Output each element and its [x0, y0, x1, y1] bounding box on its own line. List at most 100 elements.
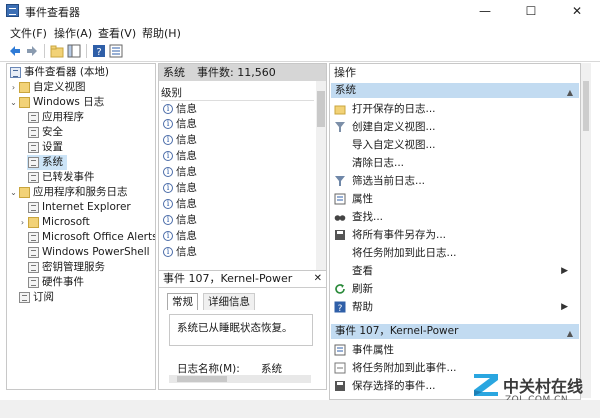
action-event-properties[interactable]: 事件属性 — [334, 341, 394, 359]
close-detail-icon[interactable]: ✕ — [314, 271, 322, 287]
tree-item-application[interactable]: 应用程序 — [27, 110, 84, 125]
collapse-icon[interactable]: ⌄ — [9, 185, 18, 200]
event-row[interactable]: i 信息 — [163, 133, 197, 148]
tree-item-root[interactable]: 事件查看器 (本地) — [9, 65, 109, 80]
tree-item-setup[interactable]: 设置 — [27, 140, 63, 155]
event-row[interactable]: i 信息 — [163, 149, 197, 164]
collapse-up-icon[interactable]: ▲ — [567, 326, 573, 341]
action-open-saved-log[interactable]: 打开保存的日志... — [334, 100, 436, 118]
action-create-custom-view[interactable]: 创建自定义视图... — [334, 118, 436, 136]
action-save-selected-events[interactable]: 保存选择的事件... — [334, 377, 436, 395]
tree-item-system[interactable]: 系统 — [27, 155, 67, 170]
tree-item-hardware-events[interactable]: 硬件事件 — [27, 275, 84, 290]
tree-item-apps-services[interactable]: ⌄ 应用程序和服务日志 — [9, 185, 128, 200]
action-import-custom-view[interactable]: 导入自定义视图... — [334, 136, 436, 154]
event-row[interactable]: i 信息 — [163, 181, 197, 196]
tab-details[interactable]: 详细信息 — [203, 293, 255, 310]
blank-icon — [334, 247, 346, 259]
detail-hscrollbar[interactable] — [169, 375, 311, 383]
action-save-all-events-as[interactable]: 将所有事件另存为... — [334, 226, 446, 244]
actions-section-system[interactable]: 系统 ▲ — [331, 83, 579, 98]
forward-arrow-icon[interactable] — [25, 44, 39, 58]
tree-label: Windows 日志 — [33, 96, 105, 108]
log-icon — [28, 202, 39, 213]
minimize-button[interactable]: — — [462, 0, 508, 22]
menu-help[interactable]: 帮助(H) — [142, 25, 181, 41]
collapse-up-icon[interactable]: ▲ — [567, 85, 573, 100]
event-level: 信息 — [176, 230, 197, 242]
event-detail-header: 事件 107，Kernel-Power ✕ — [159, 271, 326, 288]
tree-item-internet-explorer[interactable]: Internet Explorer — [27, 200, 131, 215]
event-row[interactable]: i 信息 — [163, 102, 197, 117]
actions-scrollbar[interactable] — [581, 63, 591, 398]
event-count: 事件数: 11,560 — [197, 66, 276, 79]
maximize-button[interactable]: ☐ — [508, 0, 554, 22]
scrollbar-thumb[interactable] — [317, 91, 325, 127]
back-arrow-icon[interactable] — [8, 44, 22, 58]
event-row[interactable]: i 信息 — [163, 197, 197, 212]
event-level: 信息 — [176, 214, 197, 226]
column-header-level[interactable]: 级别 — [161, 86, 314, 101]
scrollbar-thumb[interactable] — [583, 81, 589, 131]
find-binoculars-icon — [334, 215, 346, 221]
expand-icon[interactable]: › — [18, 215, 27, 230]
open-folder-icon — [334, 105, 346, 115]
actions-section-event[interactable]: 事件 107，Kernel-Power ▲ — [331, 324, 579, 339]
tree-label: 系统 — [42, 156, 63, 168]
collapse-icon[interactable]: ⌄ — [9, 95, 18, 110]
folder-icon — [19, 82, 30, 93]
log-icon — [28, 247, 39, 258]
event-properties-icon — [334, 344, 346, 356]
section-label: 事件 107，Kernel-Power — [335, 325, 459, 337]
event-detail-pane: 事件 107，Kernel-Power ✕ 常规 详细信息 系统已从睡眠状态恢复… — [158, 270, 327, 390]
event-row[interactable]: i 信息 — [163, 229, 197, 244]
properties-icon[interactable] — [109, 44, 123, 58]
close-button[interactable]: ✕ — [554, 0, 600, 22]
window-title: 事件查看器 — [25, 6, 80, 19]
help-icon[interactable]: ? — [92, 44, 106, 58]
tree-item-security[interactable]: 安全 — [27, 125, 63, 140]
tree-item-windows-logs[interactable]: ⌄ Windows 日志 — [9, 95, 104, 110]
action-label: 刷新 — [352, 283, 373, 295]
event-row[interactable]: i 信息 — [163, 213, 197, 228]
event-row[interactable]: i 信息 — [163, 245, 197, 260]
tree-item-forwarded-events[interactable]: 已转发事件 — [27, 170, 95, 185]
event-row[interactable]: i 信息 — [163, 117, 197, 132]
folder-icon — [19, 97, 30, 108]
toolbar-separator — [86, 44, 87, 58]
action-find[interactable]: 查找... — [334, 208, 383, 226]
tab-general[interactable]: 常规 — [167, 293, 198, 310]
menu-file[interactable]: 文件(F) — [10, 25, 47, 41]
tree-item-key-management[interactable]: 密钥管理服务 — [27, 260, 105, 275]
tree-label: 密钥管理服务 — [42, 261, 105, 273]
action-attach-task-to-event[interactable]: 将任务附加到此事件... — [334, 359, 457, 377]
menu-view[interactable]: 查看(V) — [98, 25, 136, 41]
event-list-scrollbar[interactable] — [316, 81, 326, 271]
action-clear-log[interactable]: 清除日志... — [334, 154, 404, 172]
log-name: 系统 — [163, 66, 185, 79]
scrollbar-thumb[interactable] — [177, 376, 227, 382]
info-icon: i — [163, 199, 173, 209]
action-view[interactable]: 查看 ▶ — [334, 262, 574, 280]
status-bar — [0, 400, 600, 418]
tree-item-subscriptions[interactable]: 订阅 — [18, 290, 54, 305]
action-refresh[interactable]: 刷新 — [334, 280, 373, 298]
action-properties[interactable]: 属性 — [334, 190, 373, 208]
action-help[interactable]: ? 帮助 ▶ — [334, 298, 574, 316]
tree-item-office-alerts[interactable]: Microsoft Office Alerts — [27, 230, 155, 245]
menu-action[interactable]: 操作(A) — [54, 25, 92, 41]
tree-item-microsoft[interactable]: › Microsoft — [18, 215, 90, 230]
actions-title-label: 操作 — [334, 66, 356, 79]
console-tree-icon[interactable] — [67, 44, 81, 58]
expand-icon[interactable]: › — [9, 80, 18, 95]
submenu-arrow-icon: ▶ — [561, 266, 568, 276]
event-row[interactable]: i 信息 — [163, 165, 197, 180]
up-folder-icon[interactable] — [50, 44, 64, 58]
tree-item-powershell[interactable]: Windows PowerShell — [27, 245, 150, 260]
action-attach-task-to-log[interactable]: 将任务附加到此日志... — [334, 244, 457, 262]
action-filter-current-log[interactable]: 筛选当前日志... — [334, 172, 425, 190]
log-icon — [28, 142, 39, 153]
event-level: 信息 — [176, 118, 197, 130]
tree-item-custom-views[interactable]: › 自定义视图 — [9, 80, 86, 95]
action-label: 查看 — [352, 265, 373, 277]
